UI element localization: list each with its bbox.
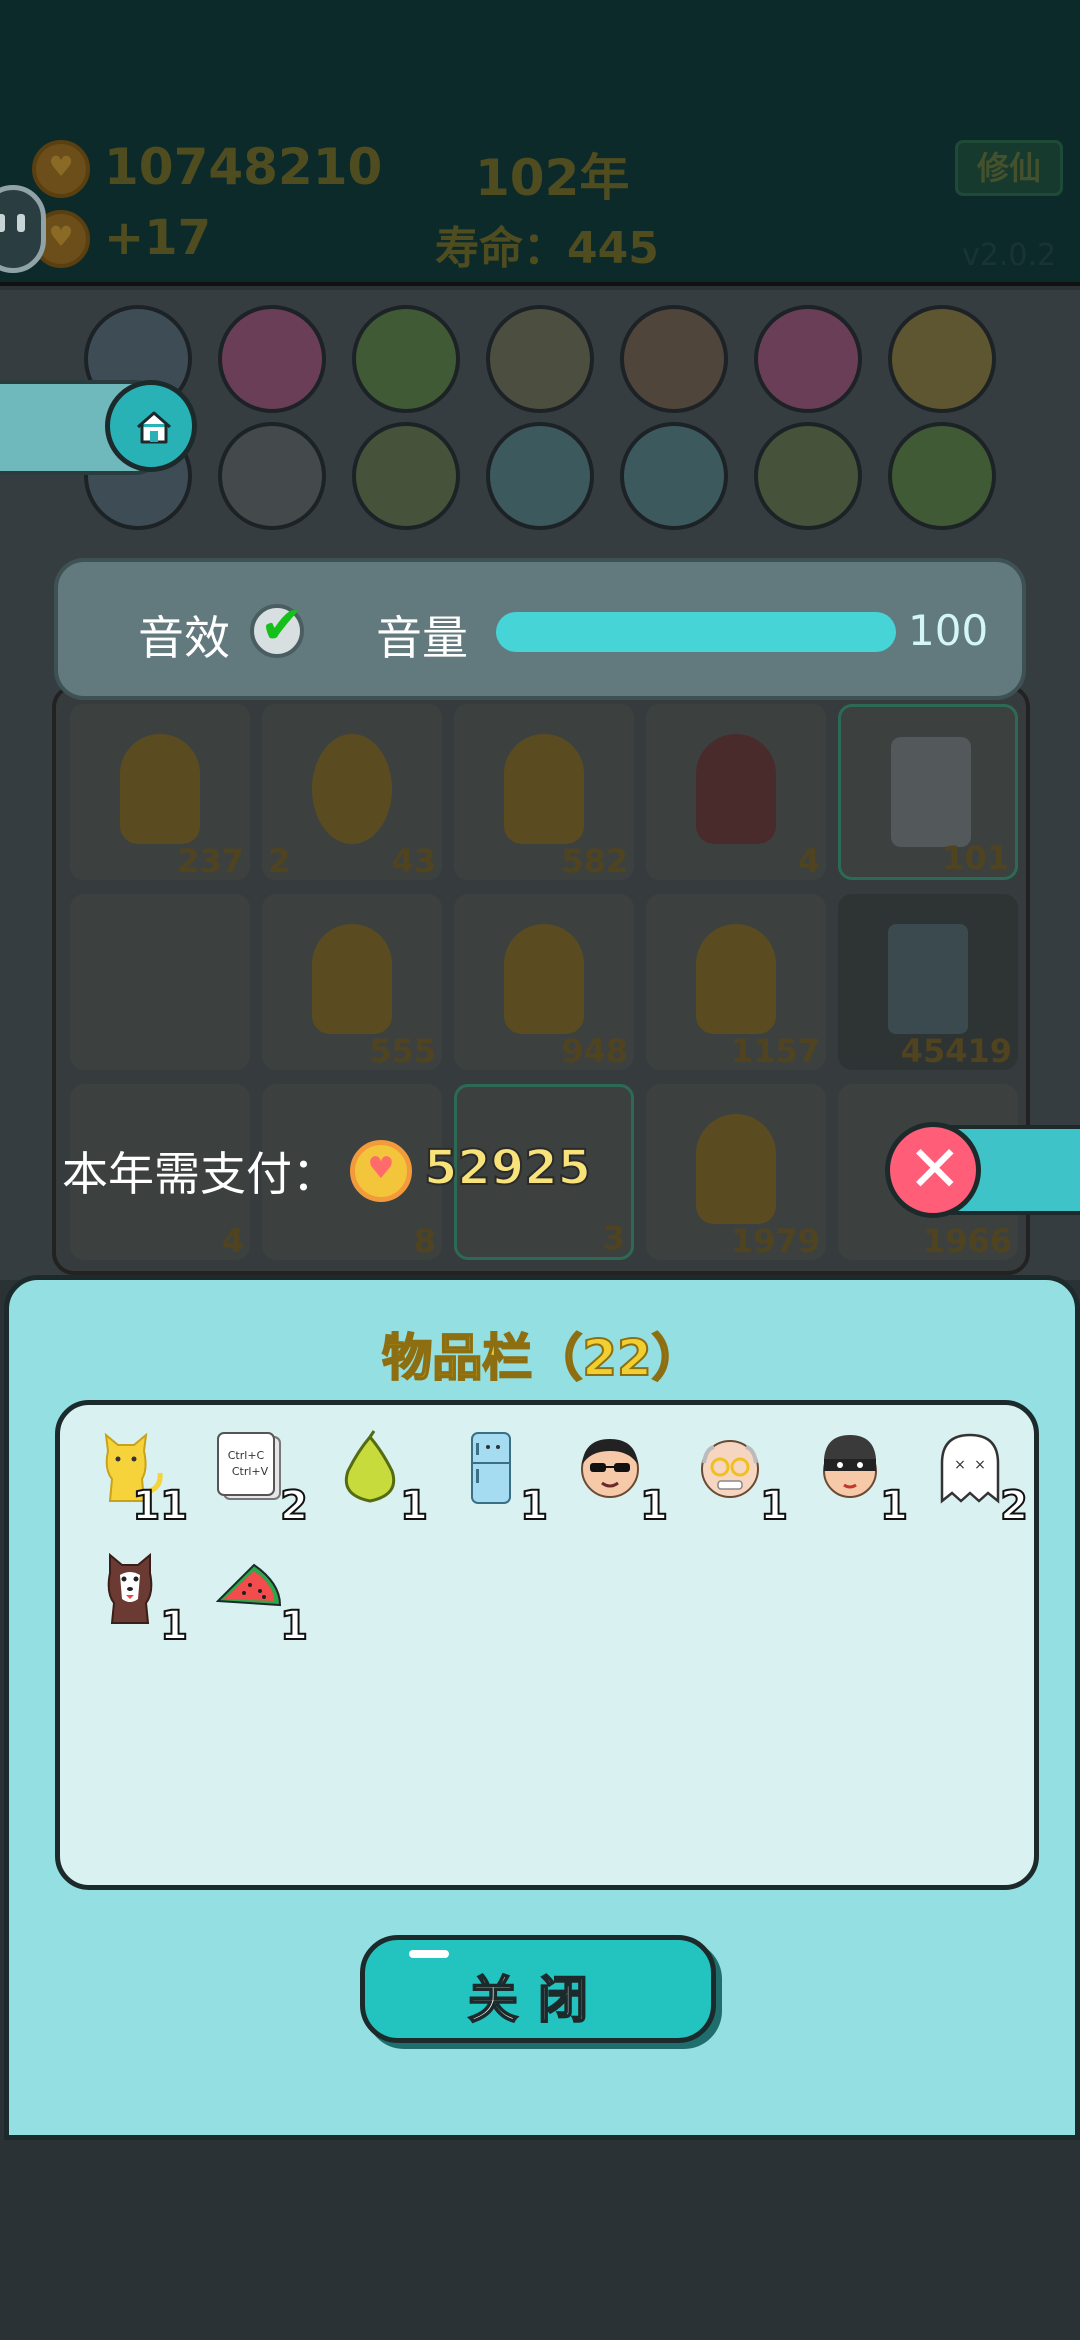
close-round-button[interactable]: ✕ xyxy=(885,1122,981,1218)
volume-slider[interactable] xyxy=(496,612,896,652)
item-count: 2 xyxy=(999,1482,1029,1530)
basket-icon[interactable] xyxy=(486,422,594,530)
item-count: 1 xyxy=(759,1482,789,1530)
home-button[interactable] xyxy=(105,380,197,472)
lifespan-label: 寿命：445 xyxy=(435,223,659,274)
volume-value: 100 xyxy=(908,606,989,655)
avatar[interactable] xyxy=(0,185,46,273)
volume-label: 音量 xyxy=(376,611,468,665)
item-count: 1 xyxy=(639,1482,669,1530)
pomelo-icon xyxy=(344,1430,396,1503)
board-tile[interactable]: 948 xyxy=(454,894,634,1070)
version-label: v2.0.2 xyxy=(962,238,1057,273)
close-icon: ✕ xyxy=(908,1133,962,1207)
item-count: 1 xyxy=(279,1602,309,1650)
inventory-grid: 11 Ctrl+C Ctrl+V 2 1 1 1 1 1 × × 2 1 1 xyxy=(55,1400,1039,1890)
fridge-icon xyxy=(471,1432,511,1504)
payment-label: 本年需支付： xyxy=(62,1147,338,1201)
board-tile[interactable]: 45419 xyxy=(838,894,1018,1070)
husky-dog-icon xyxy=(107,1552,153,1624)
inventory-item[interactable]: × × 2 xyxy=(920,1419,1030,1530)
svg-text:Ctrl+V: Ctrl+V xyxy=(232,1465,269,1478)
sfx-label: 音效 xyxy=(138,611,230,665)
board-tile[interactable]: 237 xyxy=(70,704,250,880)
delete-icon[interactable] xyxy=(486,305,594,413)
inventory-title: 物品栏（22） xyxy=(381,1328,703,1388)
inventory-item[interactable]: 1 xyxy=(320,1419,430,1530)
close-button[interactable]: 关闭 xyxy=(360,1935,716,2043)
item-count: 1 xyxy=(879,1482,909,1530)
game-screen: 10748210 +17 102年 寿命：445 修仙 v2.0.2 xyxy=(0,0,1080,2340)
inventory-item[interactable]: 1 xyxy=(200,1539,310,1650)
checkmark-icon: ✔ xyxy=(260,596,304,656)
thief-icon xyxy=(823,1435,877,1498)
board-tile[interactable]: 555 xyxy=(262,894,442,1070)
board-tile[interactable]: 2 43 xyxy=(262,704,442,880)
item-count: 1 xyxy=(519,1482,549,1530)
board-tile[interactable]: 582 xyxy=(454,704,634,880)
sunglasses-man-icon xyxy=(581,1439,639,1498)
inventory-item[interactable]: 1 xyxy=(800,1419,910,1530)
item-count: 11 xyxy=(131,1482,189,1530)
face-icon[interactable] xyxy=(620,305,728,413)
fries-icon[interactable] xyxy=(620,422,728,530)
coin-rate: +17 xyxy=(104,210,212,266)
inventory-item[interactable]: 1 xyxy=(80,1539,190,1650)
coin-icon xyxy=(350,1140,412,1202)
close-button-label: 关闭 xyxy=(467,1970,608,2030)
refresh-icon[interactable] xyxy=(888,422,996,530)
coin-icon xyxy=(32,140,90,198)
leaf-icon[interactable] xyxy=(352,422,460,530)
shell-icon[interactable] xyxy=(888,305,996,413)
sound-settings-panel: 音效 ✔ 音量 100 xyxy=(54,558,1026,700)
inventory-item[interactable]: Ctrl+C Ctrl+V 2 xyxy=(200,1419,310,1530)
item-count: 1 xyxy=(399,1482,429,1530)
item-count: 1 xyxy=(159,1602,189,1650)
old-man-glasses-icon xyxy=(701,1440,759,1498)
cultivate-button[interactable]: 修仙 xyxy=(955,140,1063,196)
fries-icon[interactable] xyxy=(218,305,326,413)
board-tile[interactable]: 4 xyxy=(646,704,826,880)
inventory-item[interactable]: 11 xyxy=(80,1419,190,1530)
board-tile[interactable]: 1979 xyxy=(646,1084,826,1260)
item-count: 2 xyxy=(279,1482,309,1530)
board-tile[interactable]: 1157 xyxy=(646,894,826,1070)
home-icon xyxy=(137,411,171,444)
board-tile[interactable]: 101 xyxy=(838,704,1018,880)
coin-total: 10748210 xyxy=(104,138,383,196)
ghost-icon: × × xyxy=(940,1433,1000,1504)
fries-icon[interactable] xyxy=(754,305,862,413)
recycle-icon[interactable] xyxy=(352,305,460,413)
year-label: 102年 xyxy=(475,149,630,207)
leaf-icon[interactable] xyxy=(754,422,862,530)
inventory-item[interactable]: 1 xyxy=(680,1419,790,1530)
svg-text:Ctrl+C: Ctrl+C xyxy=(228,1449,265,1462)
sfx-checkbox[interactable]: ✔ xyxy=(250,596,304,658)
top-status-bar: 10748210 +17 102年 寿命：445 修仙 v2.0.2 xyxy=(0,0,1080,286)
board-tile[interactable] xyxy=(70,894,250,1070)
payment-amount: 52925 xyxy=(423,1139,592,1197)
inventory-item[interactable]: 1 xyxy=(560,1419,670,1530)
ctrl-cv-card-icon: Ctrl+C Ctrl+V xyxy=(217,1432,281,1500)
svg-text:×: × xyxy=(974,1457,986,1473)
watermelon-icon xyxy=(215,1563,282,1607)
inventory-item[interactable]: 1 xyxy=(440,1419,550,1530)
svg-text:×: × xyxy=(954,1457,966,1473)
skip-icon[interactable] xyxy=(218,422,326,530)
